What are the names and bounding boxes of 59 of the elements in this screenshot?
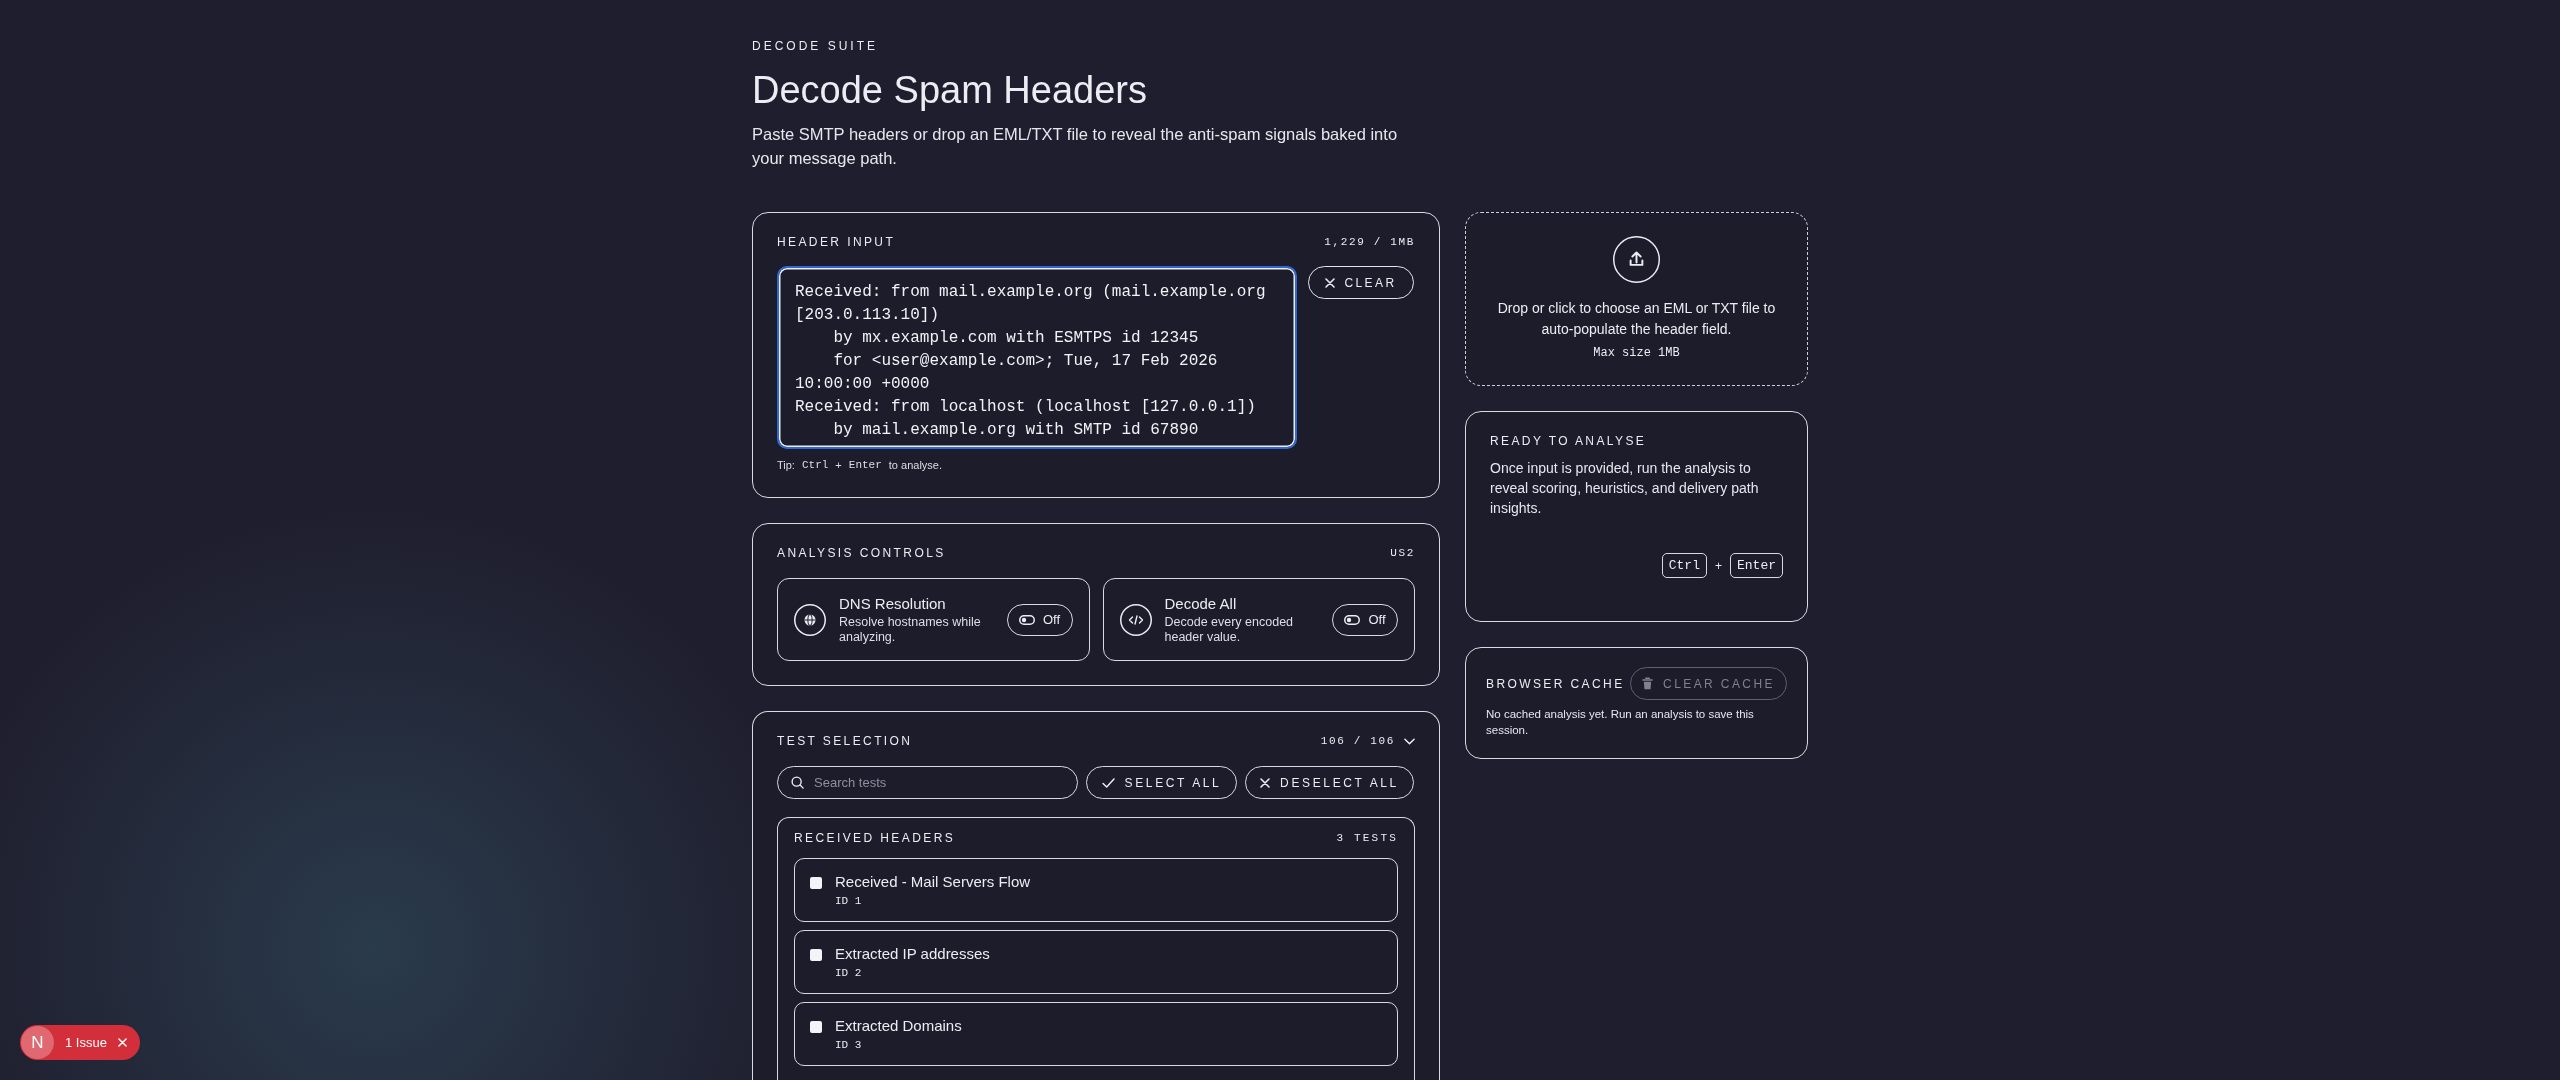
toggle-icon: [1344, 614, 1361, 625]
section-tag: US2: [1390, 545, 1415, 561]
shortcut-key: Enter: [848, 457, 882, 473]
file-dropzone[interactable]: Drop or click to choose an EML or TXT file to auto-populate the header field. Max size 1MB: [1465, 212, 1808, 386]
test-item[interactable]: Received - Mail Servers Flow ID 1: [794, 858, 1398, 922]
toggle-description: Resolve hostnames while analyzing.: [839, 615, 982, 645]
upload-icon: [1613, 236, 1660, 283]
eyebrow-label: DECODE SUITE: [752, 38, 879, 54]
issue-count[interactable]: 1 Issue: [65, 1032, 107, 1053]
section-label: TEST SELECTION: [777, 733, 913, 749]
plus-sign: +: [835, 458, 842, 473]
test-id: ID 3: [835, 1038, 863, 1052]
search-field[interactable]: Search tests: [777, 766, 1078, 799]
section-label: HEADER INPUT: [777, 234, 896, 250]
header-input-field[interactable]: Received: from mail.example.org (mail.example.org [203.0.113.10]) by mx.example.com with ESMTPS id 12345 for <user@example.com>; Tue, 17 Feb 2026 10:00:00 +0000 Received: from localhost (localhost [127.0.0.1]) by mail.example.org with SMTP id 67890: [777, 266, 1297, 449]
close-icon: [1325, 277, 1336, 288]
dropzone-text: Drop or click to choose an EML or TXT file to auto-populate the header field.: [1496, 299, 1777, 339]
selected-count: 106 / 106: [1320, 734, 1395, 749]
test-count: 3 TESTS: [1336, 831, 1398, 846]
close-icon[interactable]: [117, 1038, 127, 1047]
trash-icon: [1642, 677, 1654, 690]
test-item[interactable]: Extracted IP addresses ID 2: [794, 930, 1398, 994]
section-label: BROWSER CACHE: [1486, 675, 1625, 692]
cache-status-text: No cached analysis yet. Run an analysis to save this session.: [1486, 707, 1755, 738]
search-icon: [791, 776, 804, 789]
test-name: Extracted Domains: [835, 1016, 962, 1035]
shortcut-key: Ctrl: [801, 457, 829, 473]
code-icon: [1119, 603, 1152, 636]
chevron-down-icon[interactable]: [1404, 737, 1415, 745]
section-label: ANALYSIS CONTROLS: [777, 545, 946, 561]
test-item[interactable]: Extracted Domains ID 3: [794, 1002, 1398, 1066]
checkbox[interactable]: [810, 949, 822, 961]
tip-text: to analyse.: [888, 458, 942, 473]
keyboard-key: Ctrl: [1661, 553, 1707, 578]
issues-indicator[interactable]: N 1 Issue: [20, 1025, 140, 1060]
keyboard-key: Enter: [1730, 553, 1783, 578]
character-count: 1,229 / 1MB: [1324, 235, 1415, 250]
plus-sign: +: [1714, 557, 1722, 575]
toggle-description: Decode every encoded header value.: [1164, 615, 1295, 645]
check-icon: [1101, 777, 1115, 788]
test-id: ID 1: [835, 894, 863, 908]
close-icon: [1260, 777, 1271, 788]
section-label: READY TO ANALYSE: [1490, 433, 1648, 449]
max-size-note: Max size 1MB: [1593, 345, 1680, 361]
page-title: Decode Spam Headers: [752, 68, 1148, 113]
checkbox[interactable]: [810, 1021, 822, 1033]
test-name: Extracted IP addresses: [835, 944, 990, 963]
page-description: Paste SMTP headers or drop an EML/TXT file to reveal the anti-spam signals baked into your message path.: [752, 124, 1399, 169]
logo-mark: N: [21, 1026, 54, 1059]
group-label: RECEIVED HEADERS: [794, 830, 956, 846]
test-id: ID 2: [835, 966, 863, 980]
test-name: Received - Mail Servers Flow: [835, 872, 1031, 891]
checkbox[interactable]: [810, 877, 822, 889]
toggle-title: Decode All: [1164, 594, 1238, 613]
tip-label: Tip:: [777, 458, 795, 473]
globe-icon: [794, 603, 826, 636]
ready-description: Once input is provided, run the analysis to reveal scoring, heuristics, and delivery path insights.: [1490, 459, 1760, 518]
toggle-title: DNS Resolution: [839, 594, 947, 613]
toggle-icon: [1018, 614, 1035, 625]
